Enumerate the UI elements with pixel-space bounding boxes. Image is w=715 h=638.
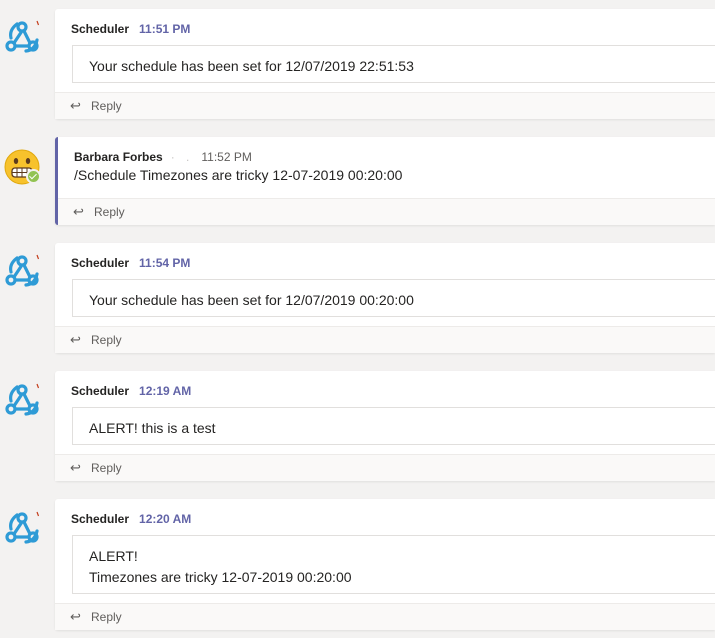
message-line: ALERT! this is a test: [89, 420, 216, 436]
bot-avatar[interactable]: [2, 252, 42, 292]
reply-arrow-icon: ↩: [70, 460, 81, 475]
message-line: Your schedule has been set for 12/07/201…: [89, 58, 414, 74]
reply-label: Reply: [91, 461, 122, 475]
reply-arrow-icon: ↩: [73, 204, 84, 219]
message-body: Your schedule has been set for 12/07/201…: [72, 279, 715, 317]
message-time[interactable]: 11:51 PM: [139, 22, 190, 36]
webhook-icon: [5, 254, 40, 287]
reply-label: Reply: [94, 205, 125, 219]
message-header: Scheduler 11:51 PM: [71, 22, 190, 36]
reply-label: Reply: [91, 99, 122, 113]
webhook-icon: [5, 20, 40, 53]
message-time[interactable]: 12:19 AM: [139, 384, 191, 398]
author-name[interactable]: Scheduler: [71, 384, 129, 398]
bot-avatar[interactable]: [2, 381, 42, 421]
message-line: ALERT!: [89, 548, 138, 564]
reply-arrow-icon: ↩: [70, 332, 81, 347]
author-name[interactable]: Scheduler: [71, 22, 129, 36]
reply-label: Reply: [91, 610, 122, 624]
reply-label: Reply: [91, 333, 122, 347]
message-card: Scheduler 11:54 PM Your schedule has been…: [55, 243, 715, 353]
author-name[interactable]: Scheduler: [71, 512, 129, 526]
reply-button[interactable]: ↩ Reply: [58, 198, 715, 225]
message-time[interactable]: 11:54 PM: [139, 256, 190, 270]
user-avatar[interactable]: [2, 147, 42, 187]
message-card: Barbara Forbes · . 11:52 PM /Schedule Time…: [55, 137, 715, 225]
message-time[interactable]: 12:20 AM: [139, 512, 191, 526]
bot-avatar[interactable]: [2, 509, 42, 549]
author-suffix: · .: [170, 150, 194, 164]
message-header: Barbara Forbes · . 11:52 PM: [74, 150, 252, 164]
message-header: Scheduler 12:19 AM: [71, 384, 191, 398]
message-time[interactable]: 11:52 PM: [201, 150, 251, 164]
available-check-icon: [26, 169, 41, 184]
webhook-icon: [5, 383, 40, 416]
reply-arrow-icon: ↩: [70, 609, 81, 624]
author-name[interactable]: Barbara Forbes: [74, 150, 163, 164]
message-line: Timezones are tricky 12-07-2019 00:20:00: [89, 569, 352, 585]
message-line: /Schedule Timezones are tricky 12-07-201…: [74, 167, 403, 183]
reply-button[interactable]: ↩ Reply: [55, 603, 715, 630]
message-card: Scheduler 11:51 PM Your schedule has been…: [55, 9, 715, 119]
message-card: Scheduler 12:20 AM ALERT! Timezones are t…: [55, 499, 715, 630]
message-card: Scheduler 12:19 AM ALERT! this is a test …: [55, 371, 715, 481]
reply-button[interactable]: ↩ Reply: [55, 454, 715, 481]
reply-arrow-icon: ↩: [70, 98, 81, 113]
message-header: Scheduler 12:20 AM: [71, 512, 191, 526]
message-line: Your schedule has been set for 12/07/201…: [89, 292, 414, 308]
reply-button[interactable]: ↩ Reply: [55, 326, 715, 353]
message-body: ALERT! Timezones are tricky 12-07-2019 0…: [72, 535, 715, 594]
reply-button[interactable]: ↩ Reply: [55, 92, 715, 119]
webhook-icon: [5, 511, 40, 544]
message-body: Your schedule has been set for 12/07/201…: [72, 45, 715, 83]
bot-avatar[interactable]: [2, 18, 42, 58]
message-body: ALERT! this is a test: [72, 407, 715, 445]
author-name[interactable]: Scheduler: [71, 256, 129, 270]
message-header: Scheduler 11:54 PM: [71, 256, 190, 270]
